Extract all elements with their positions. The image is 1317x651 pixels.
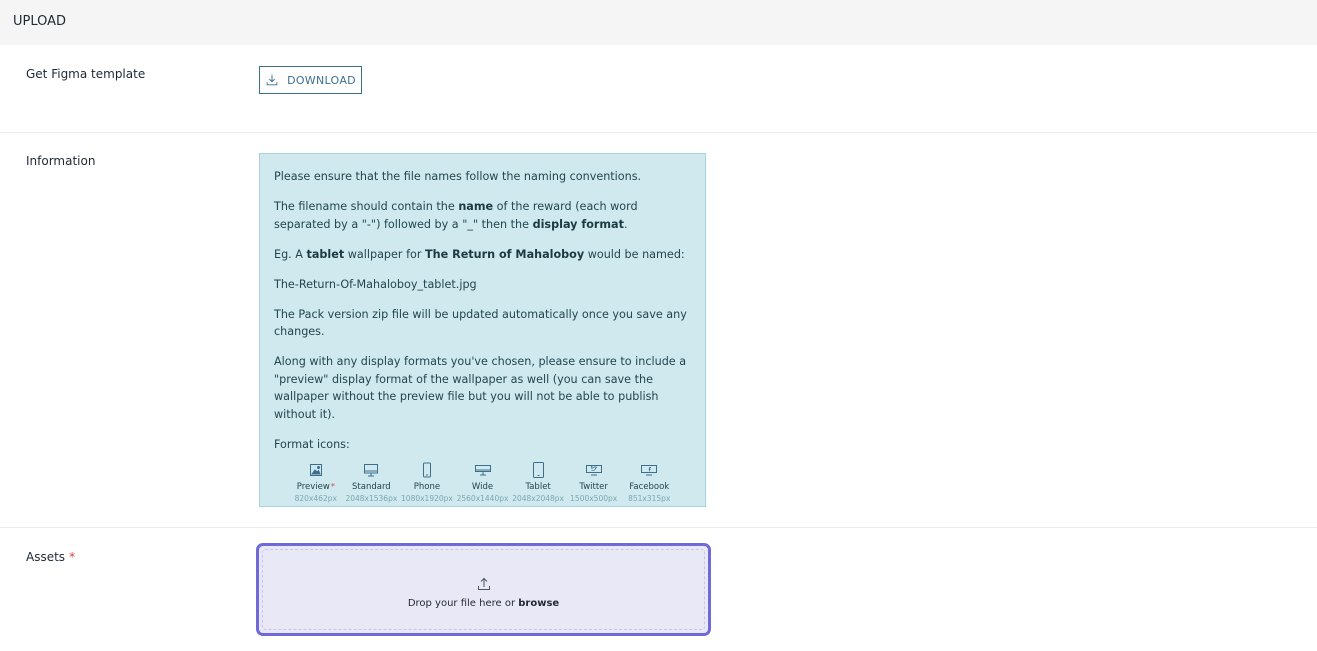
download-button-label: DOWNLOAD bbox=[287, 73, 356, 87]
info-paragraph: Along with any display formats you've ch… bbox=[274, 355, 687, 421]
info-paragraph: Eg. A tablet wallpaper for The Return of… bbox=[274, 247, 685, 261]
example-filename: The-Return-Of-Mahaloboy_tablet.jpg bbox=[274, 277, 477, 291]
format-item-wide: Wide 2560x1440px bbox=[455, 462, 511, 504]
figma-label: Get Figma template bbox=[26, 67, 146, 81]
format-icons-label: Format icons: bbox=[274, 437, 350, 451]
naming-info-box: Please ensure that the file names follow… bbox=[259, 153, 706, 507]
divider bbox=[0, 132, 1317, 133]
phone-icon bbox=[422, 462, 432, 479]
file-dropzone[interactable]: Drop your file here or browse bbox=[256, 543, 711, 636]
info-paragraph: The Pack version zip file will be update… bbox=[274, 307, 687, 339]
divider bbox=[0, 527, 1317, 528]
section-title: UPLOAD bbox=[13, 14, 67, 29]
download-button[interactable]: DOWNLOAD bbox=[259, 66, 362, 94]
upload-icon bbox=[477, 577, 490, 590]
information-label: Information bbox=[26, 154, 96, 168]
format-icons-list: Preview* 820x462px Standard 2048x1536px … bbox=[274, 462, 691, 504]
info-paragraph: The filename should contain the name of … bbox=[274, 200, 638, 231]
info-paragraph: Please ensure that the file names follow… bbox=[274, 170, 642, 183]
required-marker: * bbox=[69, 550, 76, 564]
tablet-icon bbox=[532, 462, 545, 479]
assets-label: Assets * bbox=[26, 550, 76, 564]
twitter-banner-icon bbox=[585, 462, 603, 479]
dropzone-text: Drop your file here or browse bbox=[407, 598, 560, 609]
format-item-facebook: Facebook 851x315px bbox=[621, 462, 677, 504]
wide-monitor-icon bbox=[474, 462, 492, 479]
facebook-banner-icon bbox=[640, 462, 658, 479]
browse-link[interactable]: browse bbox=[518, 598, 559, 609]
format-item-phone: Phone 1080x1920px bbox=[399, 462, 455, 504]
download-icon bbox=[266, 74, 278, 86]
format-item-standard: Standard 2048x1536px bbox=[344, 462, 400, 504]
format-item-twitter: Twitter 1500x500px bbox=[566, 462, 622, 504]
format-item-tablet: Tablet 2048x2048px bbox=[510, 462, 566, 504]
monitor-icon bbox=[363, 462, 379, 479]
image-icon bbox=[309, 462, 323, 479]
section-header: UPLOAD bbox=[0, 0, 1317, 45]
format-item-preview: Preview* 820x462px bbox=[288, 462, 344, 504]
